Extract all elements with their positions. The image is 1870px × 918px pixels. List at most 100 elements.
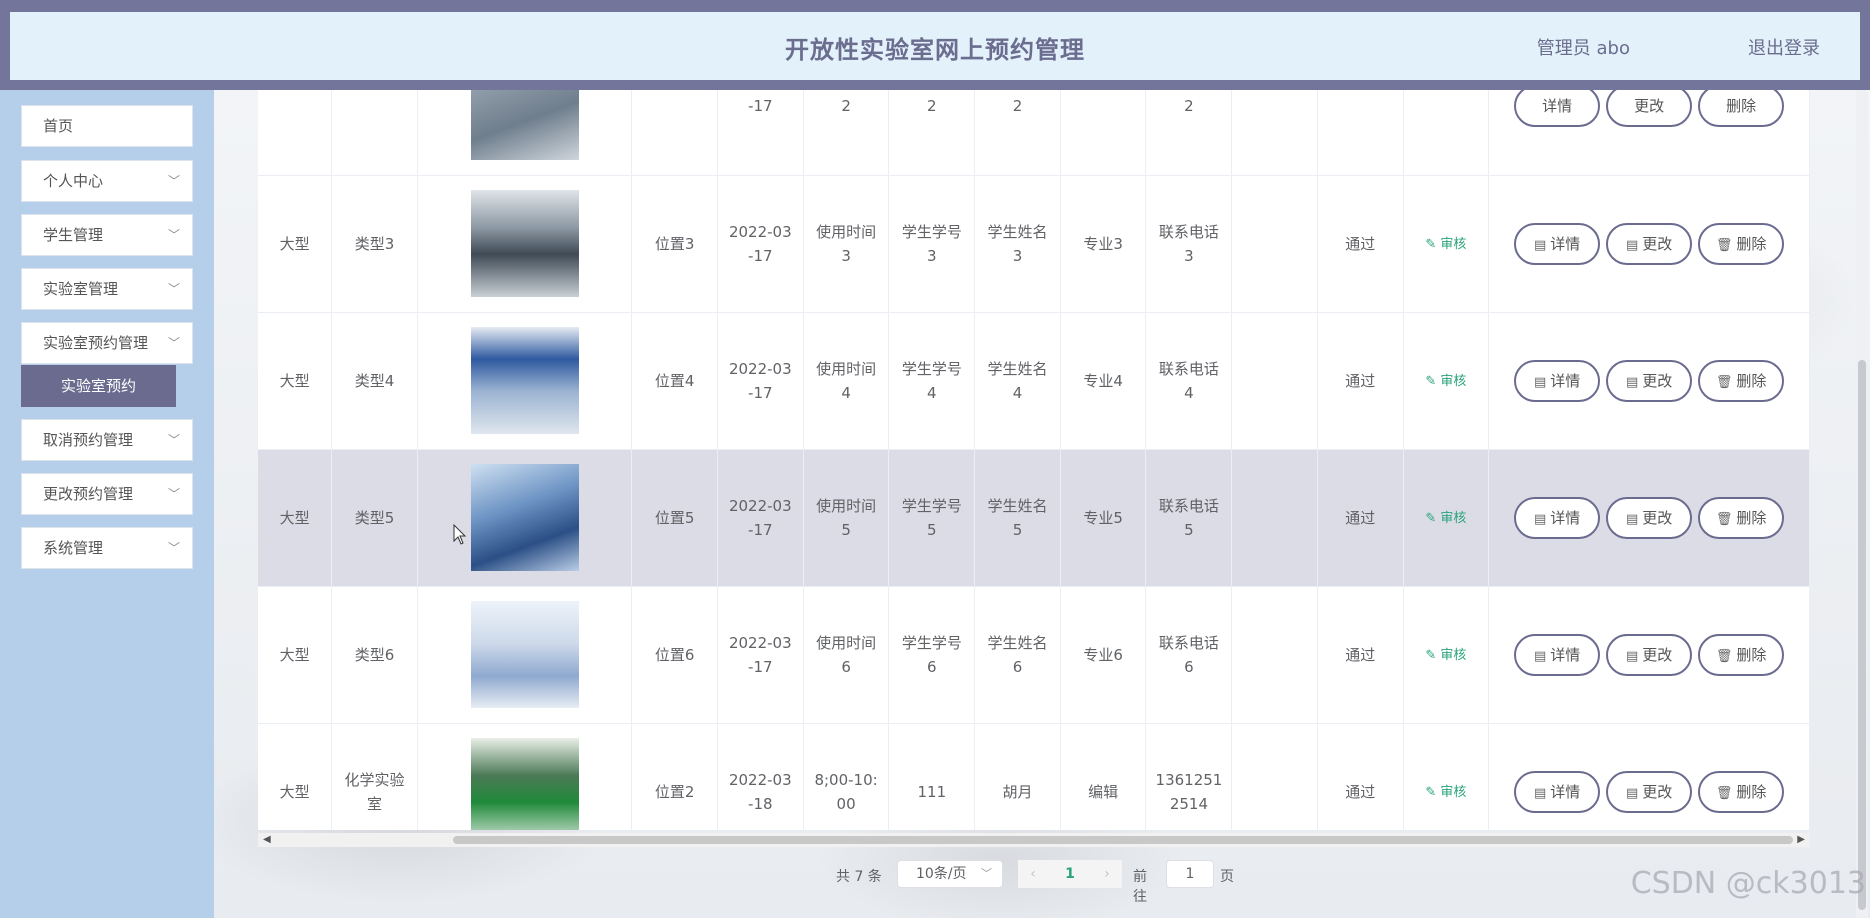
table-row: 大型 类型6 位置6 2022-03 -17 使用时间 6 学生学号 6 学生姓名 6 专业6… bbox=[258, 586, 1810, 724]
table-cell-status: 通过 bbox=[1317, 449, 1404, 587]
mouse-cursor-icon bbox=[453, 524, 467, 545]
table-cell: 2 bbox=[803, 90, 890, 176]
document-icon: ▤ bbox=[1625, 237, 1639, 253]
table-cell-student-name: 学生姓名 3 bbox=[974, 175, 1061, 313]
delete-button[interactable]: 🗑 删除 bbox=[1698, 633, 1785, 676]
page-suffix-label: 页 bbox=[1220, 869, 1234, 885]
next-page-button[interactable]: › bbox=[1092, 860, 1122, 888]
goto-page-input[interactable] bbox=[1166, 860, 1214, 888]
table-row: 大型 化学实验 室 位置2 2022-03 -18 8;00-10: 00 111 胡月 编辑… bbox=[258, 723, 1810, 830]
document-icon: ▤ bbox=[1625, 785, 1639, 801]
table-cell-size: 大型 bbox=[258, 312, 333, 450]
vertical-scroll-thumb[interactable] bbox=[1858, 360, 1866, 910]
scroll-right-icon[interactable]: ▶ bbox=[1797, 833, 1805, 847]
edit-button[interactable]: ▤ 更改 bbox=[1606, 359, 1693, 402]
sidebar-item-home[interactable]: 首页 bbox=[21, 105, 193, 147]
prev-page-button[interactable]: ‹ bbox=[1018, 860, 1048, 888]
audit-link[interactable]: ✎ 审核 bbox=[1425, 237, 1466, 252]
document-icon: ▤ bbox=[1533, 648, 1547, 664]
chevron-down-icon: ﹀ bbox=[167, 228, 180, 242]
detail-button[interactable]: ▤ 详情 bbox=[1514, 770, 1601, 813]
document-icon: ▤ bbox=[1533, 237, 1547, 253]
horizontal-scrollbar[interactable]: ◀ ▶ bbox=[258, 833, 1810, 847]
sidebar-item-label: 个人中心 bbox=[43, 172, 104, 190]
table-cell-date: 2022-03 -17 bbox=[717, 175, 804, 313]
audit-link[interactable]: ✎ 审核 bbox=[1425, 648, 1466, 663]
lab-photo bbox=[470, 464, 579, 571]
document-icon: ▤ bbox=[1625, 511, 1639, 527]
table-row: 大型 类型5 位置5 2022-03 -17 使用时间 5 学生学号 5 学生姓名 5 专业5… bbox=[258, 449, 1810, 587]
table-cell-student-no: 学生学号 4 bbox=[888, 312, 976, 450]
audit-link[interactable]: ✎ 审核 bbox=[1425, 511, 1466, 526]
sidebar-item-label: 学生管理 bbox=[43, 226, 104, 244]
table-cell-phone: 联系电话 4 bbox=[1145, 312, 1233, 450]
edit-label: 更改 bbox=[1642, 234, 1673, 253]
logout-link[interactable]: 退出登录 bbox=[1748, 34, 1820, 60]
sidebar-item-cancel-reservation[interactable]: 取消预约管理 ﹀ bbox=[21, 419, 193, 461]
lab-photo bbox=[470, 327, 579, 434]
edit-button[interactable]: ▤ 更改 bbox=[1606, 633, 1693, 676]
detail-button[interactable]: ▤ 详情 bbox=[1514, 359, 1601, 402]
detail-label: 详情 bbox=[1542, 97, 1573, 116]
table-cell-major: 编辑 bbox=[1060, 723, 1147, 830]
table-cell-type: 类型4 bbox=[331, 312, 418, 450]
sidebar-item-personal-center[interactable]: 个人中心 ﹀ bbox=[21, 160, 193, 202]
document-icon: ▤ bbox=[1625, 648, 1639, 664]
sidebar-item-label: 实验室预约管理 bbox=[43, 334, 149, 352]
audit-label: 审核 bbox=[1440, 236, 1467, 252]
vertical-scrollbar[interactable] bbox=[1856, 90, 1868, 918]
delete-button[interactable]: 🗑 删除 bbox=[1698, 496, 1785, 539]
table-cell-type: 类型6 bbox=[331, 586, 418, 724]
delete-button[interactable]: 🗑 删除 bbox=[1698, 770, 1785, 813]
delete-button[interactable]: 删除 bbox=[1698, 90, 1785, 128]
detail-button[interactable]: ▤ 详情 bbox=[1514, 633, 1601, 676]
table-cell-major: 专业6 bbox=[1060, 586, 1147, 724]
edit-label: 更改 bbox=[1642, 371, 1673, 390]
sidebar-item-label: 实验室管理 bbox=[43, 280, 119, 298]
document-icon: ▤ bbox=[1625, 374, 1639, 390]
edit-button[interactable]: ▤ 更改 bbox=[1606, 496, 1693, 539]
audit-link[interactable]: ✎ 审核 bbox=[1425, 785, 1466, 800]
document-icon: ▤ bbox=[1533, 785, 1547, 801]
pagination-total: 共 7 条 bbox=[836, 869, 882, 885]
edit-label: 更改 bbox=[1634, 97, 1665, 116]
table-cell-time: 8;00-10: 00 bbox=[803, 723, 890, 830]
sidebar-item-change-reservation[interactable]: 更改预约管理 ﹀ bbox=[21, 473, 193, 515]
sidebar-item-label: 系统管理 bbox=[43, 539, 104, 557]
audit-label: 审核 bbox=[1440, 510, 1467, 526]
sidebar-item-student-management[interactable]: 学生管理 ﹀ bbox=[21, 214, 193, 256]
table-cell-size: 大型 bbox=[258, 586, 333, 724]
sidebar-item-lab-management[interactable]: 实验室管理 ﹀ bbox=[21, 268, 193, 310]
chevron-down-icon: ﹀ bbox=[167, 282, 180, 296]
page-size-select[interactable]: 10条/页 ﹀ bbox=[897, 860, 1003, 888]
table-cell-location: 位置2 bbox=[631, 723, 718, 830]
edit-button[interactable]: 更改 bbox=[1606, 90, 1693, 128]
pencil-icon: ✎ bbox=[1425, 784, 1441, 800]
delete-button[interactable]: 🗑 删除 bbox=[1698, 359, 1785, 402]
sidebar-subitem-lab-reservation[interactable]: 实验室预约 bbox=[21, 365, 176, 407]
scroll-left-icon[interactable]: ◀ bbox=[263, 833, 271, 847]
goto-label: 前往 bbox=[1133, 869, 1147, 905]
table-cell-major: 专业4 bbox=[1060, 312, 1147, 450]
top-header: 开放性实验室网上预约管理 管理员 abo 退出登录 bbox=[0, 0, 1870, 90]
page-number-current[interactable]: 1 bbox=[1048, 860, 1092, 888]
detail-button[interactable]: 详情 bbox=[1514, 90, 1601, 128]
pencil-icon: ✎ bbox=[1425, 236, 1441, 252]
watermark-text: CSDN @ck3013 bbox=[1630, 866, 1866, 901]
table-cell-student-name: 学生姓名 4 bbox=[974, 312, 1061, 450]
horizontal-scroll-thumb[interactable] bbox=[453, 836, 1793, 844]
table-cell-date: 2022-03 -17 bbox=[717, 586, 804, 724]
detail-button[interactable]: ▤ 详情 bbox=[1514, 496, 1601, 539]
detail-button[interactable]: ▤ 详情 bbox=[1514, 222, 1601, 265]
delete-button[interactable]: 🗑 删除 bbox=[1698, 222, 1785, 265]
table-cell-status: 通过 bbox=[1317, 723, 1404, 830]
sidebar-item-system-management[interactable]: 系统管理 ﹀ bbox=[21, 527, 193, 569]
edit-button[interactable]: ▤ 更改 bbox=[1606, 770, 1693, 813]
edit-button[interactable]: ▤ 更改 bbox=[1606, 222, 1693, 265]
table-cell-student-name: 胡月 bbox=[974, 723, 1061, 830]
audit-link[interactable]: ✎ 审核 bbox=[1425, 374, 1466, 389]
sidebar-item-lab-reservation-management[interactable]: 实验室预约管理 ﹀ bbox=[21, 322, 193, 364]
chevron-down-icon: ﹀ bbox=[167, 433, 180, 447]
pencil-icon: ✎ bbox=[1425, 647, 1441, 663]
table-cell-phone: 联系电话 6 bbox=[1145, 586, 1233, 724]
